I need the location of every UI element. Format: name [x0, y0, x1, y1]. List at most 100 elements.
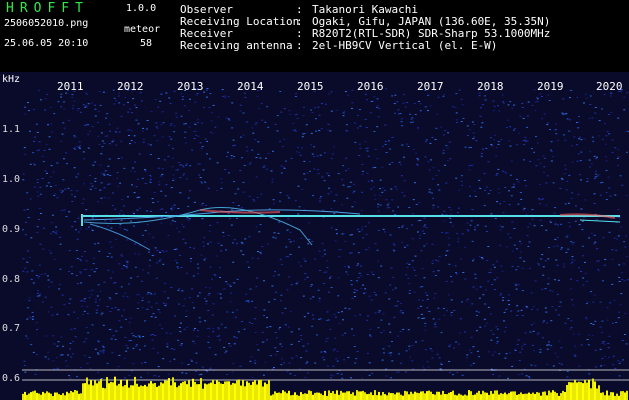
- noise-speck: [415, 204, 418, 205]
- noise-speck: [552, 365, 555, 367]
- activity-bar: [390, 393, 392, 400]
- noise-speck: [161, 250, 164, 252]
- noise-speck: [350, 377, 352, 379]
- noise-speck: [585, 93, 588, 95]
- noise-speck: [218, 328, 220, 330]
- noise-speck: [446, 160, 449, 162]
- activity-bar: [124, 385, 126, 400]
- noise-speck: [577, 193, 580, 195]
- noise-speck: [241, 243, 244, 245]
- noise-speck: [495, 260, 498, 262]
- noise-speck: [327, 187, 330, 189]
- noise-speck: [101, 146, 104, 148]
- noise-speck: [613, 300, 616, 302]
- noise-speck: [602, 237, 605, 239]
- noise-speck: [360, 287, 363, 289]
- noise-speck: [461, 184, 464, 186]
- noise-speck: [147, 272, 150, 274]
- noise-speck: [541, 337, 544, 339]
- noise-speck: [566, 118, 569, 120]
- noise-speck: [489, 190, 492, 191]
- noise-speck: [189, 260, 192, 262]
- noise-speck: [228, 343, 231, 345]
- noise-speck: [45, 185, 48, 187]
- noise-speck: [219, 293, 222, 295]
- noise-speck: [25, 335, 28, 337]
- activity-bar: [272, 394, 274, 400]
- noise-speck: [128, 322, 131, 324]
- noise-speck: [528, 376, 530, 378]
- noise-speck: [505, 353, 508, 355]
- noise-speck: [268, 208, 271, 210]
- noise-speck: [130, 140, 133, 141]
- noise-speck: [173, 207, 176, 209]
- noise-speck: [342, 112, 345, 114]
- noise-speck: [605, 192, 608, 194]
- noise-speck: [281, 145, 284, 147]
- noise-speck: [75, 229, 77, 231]
- noise-speck: [153, 293, 156, 295]
- noise-speck: [287, 218, 290, 220]
- noise-speck: [492, 374, 495, 375]
- noise-speck: [107, 225, 110, 227]
- noise-speck: [71, 273, 74, 275]
- noise-speck: [307, 222, 310, 224]
- noise-speck: [519, 115, 522, 117]
- activity-bar: [380, 395, 382, 400]
- noise-speck: [133, 213, 135, 215]
- noise-speck: [458, 89, 461, 91]
- noise-speck: [279, 258, 282, 260]
- activity-bar: [264, 382, 266, 400]
- noise-speck: [554, 352, 557, 354]
- noise-speck: [549, 129, 552, 130]
- noise-speck: [44, 109, 46, 111]
- noise-speck: [211, 112, 214, 114]
- activity-bar: [230, 384, 232, 400]
- noise-speck: [280, 294, 283, 296]
- noise-speck: [229, 345, 232, 347]
- noise-speck: [388, 207, 391, 208]
- activity-bar: [58, 394, 60, 400]
- noise-speck: [468, 129, 471, 131]
- noise-speck: [516, 343, 519, 345]
- noise-speck: [303, 173, 306, 175]
- noise-speck: [115, 239, 118, 240]
- noise-speck: [546, 364, 549, 366]
- noise-speck: [100, 197, 103, 199]
- noise-speck: [38, 275, 41, 277]
- noise-speck: [253, 318, 256, 320]
- noise-speck: [73, 147, 76, 149]
- noise-speck: [96, 201, 99, 203]
- activity-bar: [548, 390, 550, 400]
- noise-speck: [212, 104, 215, 106]
- noise-speck: [59, 268, 62, 270]
- noise-speck: [360, 265, 363, 267]
- noise-speck: [603, 264, 606, 266]
- noise-speck: [23, 147, 26, 149]
- noise-speck: [400, 175, 403, 177]
- noise-speck: [258, 107, 260, 109]
- noise-speck: [568, 130, 571, 132]
- noise-speck: [537, 263, 540, 265]
- noise-speck: [194, 101, 197, 103]
- noise-speck: [381, 359, 384, 361]
- noise-speck: [603, 364, 606, 366]
- noise-speck: [570, 327, 573, 329]
- noise-speck: [487, 161, 490, 163]
- noise-speck: [560, 177, 563, 179]
- noise-speck: [591, 117, 594, 119]
- activity-bar: [374, 390, 376, 400]
- noise-speck: [611, 258, 614, 260]
- noise-speck: [121, 255, 124, 257]
- noise-speck: [385, 152, 388, 153]
- noise-speck: [103, 187, 106, 189]
- noise-speck: [36, 179, 39, 180]
- noise-speck: [452, 106, 455, 108]
- activity-bar: [120, 379, 122, 400]
- noise-speck: [618, 264, 621, 266]
- noise-speck: [303, 258, 305, 260]
- x-tick-label: 2011: [57, 80, 84, 93]
- noise-speck: [613, 237, 616, 239]
- noise-speck: [176, 227, 178, 229]
- noise-speck: [539, 219, 542, 221]
